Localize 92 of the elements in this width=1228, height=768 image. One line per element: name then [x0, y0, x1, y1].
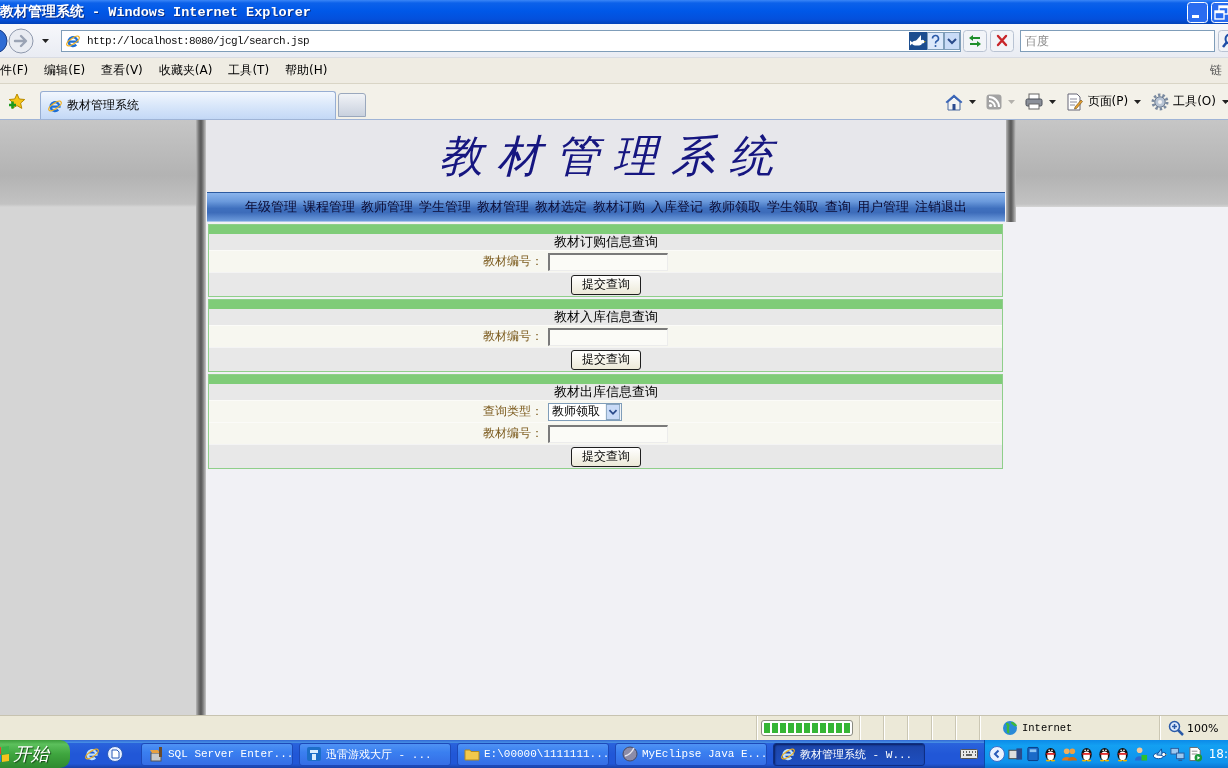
printer-icon[interactable]: [1024, 93, 1043, 110]
refresh-icon[interactable]: [963, 29, 987, 52]
caret-icon[interactable]: [1222, 99, 1228, 104]
field-label: 教材编号：: [483, 426, 543, 440]
field-label: 教材编号：: [483, 254, 543, 268]
caret-icon[interactable]: [968, 99, 976, 104]
browser-icon: [47, 97, 63, 114]
zoom-button[interactable]: 100%: [1168, 720, 1228, 736]
search-field[interactable]: 百度: [1020, 29, 1215, 52]
book-icon[interactable]: [1025, 746, 1041, 762]
keyboard-icon[interactable]: [959, 747, 978, 761]
window-title: 教材管理系统 - Windows Internet Explorer: [0, 3, 312, 21]
caret-icon[interactable]: [1134, 99, 1142, 104]
nav-link[interactable]: 教师管理: [361, 198, 413, 216]
taskbar-button[interactable]: E:\00000\1111111...: [457, 742, 609, 766]
restore-icon[interactable]: [1211, 1, 1228, 23]
document-icon[interactable]: [1187, 746, 1203, 762]
nav-link[interactable]: 年级管理: [245, 198, 297, 216]
browser-icon: [780, 746, 796, 762]
menu-item[interactable]: 编辑(E): [44, 62, 86, 79]
minimize-icon[interactable]: [1187, 1, 1208, 23]
nav-link[interactable]: 课程管理: [303, 198, 355, 216]
globe-icon: [1002, 720, 1018, 736]
input-field[interactable]: [548, 252, 668, 271]
computers-icon[interactable]: [1169, 746, 1185, 762]
browser-icon[interactable]: [84, 746, 100, 762]
form-title: 教材出库信息查询: [553, 383, 658, 401]
caret-icon[interactable]: [1048, 99, 1056, 104]
tools-icon: [148, 746, 164, 762]
flag-icon: [0, 746, 9, 762]
stop-icon[interactable]: [990, 29, 1014, 52]
browser-tab[interactable]: 教材管理系统: [40, 91, 336, 119]
chevron-icon[interactable]: [988, 746, 1005, 762]
document-icon[interactable]: [107, 746, 123, 762]
page-title: 教材管理系统: [438, 134, 787, 178]
type-select[interactable]: 教师领取: [548, 402, 622, 421]
links-label[interactable]: 链: [1210, 62, 1222, 79]
browser-icon: [65, 32, 81, 49]
page-icon[interactable]: [1065, 92, 1084, 111]
help-icon[interactable]: [927, 31, 944, 50]
field-label: 教材编号：: [483, 329, 543, 343]
penguin-icon[interactable]: [1079, 746, 1095, 762]
nav-link[interactable]: 学生管理: [419, 198, 471, 216]
menu-item[interactable]: 工具(T): [228, 62, 270, 79]
back-icon[interactable]: [0, 27, 8, 54]
taskbar-button[interactable]: SQL Server Enter...: [141, 742, 293, 766]
nav-link[interactable]: 学生领取: [767, 198, 819, 216]
nav-link[interactable]: 教材管理: [477, 198, 529, 216]
app-icon: [306, 746, 322, 762]
dropdown-icon[interactable]: [605, 403, 621, 420]
submit-button[interactable]: 提交查询: [570, 446, 641, 467]
field-label: 查询类型：: [483, 404, 543, 418]
tools-menu-button[interactable]: 工具(O): [1148, 90, 1228, 113]
nav-link[interactable]: 查询: [825, 198, 851, 216]
zoom-icon[interactable]: [1168, 720, 1184, 736]
nav-link[interactable]: 教材订购: [593, 198, 645, 216]
device-icon[interactable]: [1007, 746, 1023, 762]
address-field[interactable]: http://localhost:8080/jcgl/search.jsp: [61, 29, 961, 52]
submit-button[interactable]: 提交查询: [570, 349, 641, 370]
folder-icon: [464, 746, 480, 762]
page-menu-button[interactable]: 页面(P): [1062, 90, 1145, 113]
taskbar-button[interactable]: 教材管理系统 - W...: [773, 742, 925, 766]
bird-icon[interactable]: [909, 31, 927, 50]
sphere-icon: [622, 746, 638, 762]
input-field[interactable]: [548, 424, 668, 443]
submit-button[interactable]: 提交查询: [570, 274, 641, 295]
home-icon[interactable]: [944, 92, 963, 111]
star-plus-icon[interactable]: [8, 92, 26, 111]
nav-link[interactable]: 入库登记: [651, 198, 703, 216]
menu-item[interactable]: 帮助(H): [285, 62, 328, 79]
start-button[interactable]: 开始: [0, 740, 70, 768]
gear-icon[interactable]: [1151, 92, 1170, 111]
taskbar-button[interactable]: MyEclipse Java E...: [615, 742, 767, 766]
input-field[interactable]: [548, 327, 668, 346]
bird-icon[interactable]: [1151, 746, 1167, 762]
form-title: 教材入库信息查询: [553, 308, 658, 326]
menu-item[interactable]: 查看(V): [101, 62, 143, 79]
clock: 18:: [1208, 747, 1228, 761]
zone-label: Internet: [1022, 722, 1073, 734]
nav-link[interactable]: 教材选定: [535, 198, 587, 216]
nav-link[interactable]: 教师领取: [709, 198, 761, 216]
taskbar-button[interactable]: 迅雷游戏大厅 - ...: [299, 742, 451, 766]
nav-link[interactable]: 用户管理: [857, 198, 909, 216]
penguin-icon[interactable]: [1043, 746, 1059, 762]
penguin-icon[interactable]: [1097, 746, 1113, 762]
caret-icon[interactable]: [42, 38, 49, 43]
menu-item[interactable]: 件(F): [0, 62, 29, 79]
form-title: 教材订购信息查询: [553, 233, 658, 251]
nav-link[interactable]: 注销退出: [915, 198, 967, 216]
penguin-icon[interactable]: [1115, 746, 1131, 762]
dropdown-icon[interactable]: [944, 31, 960, 50]
menu-item[interactable]: 收藏夹(A): [158, 62, 213, 79]
